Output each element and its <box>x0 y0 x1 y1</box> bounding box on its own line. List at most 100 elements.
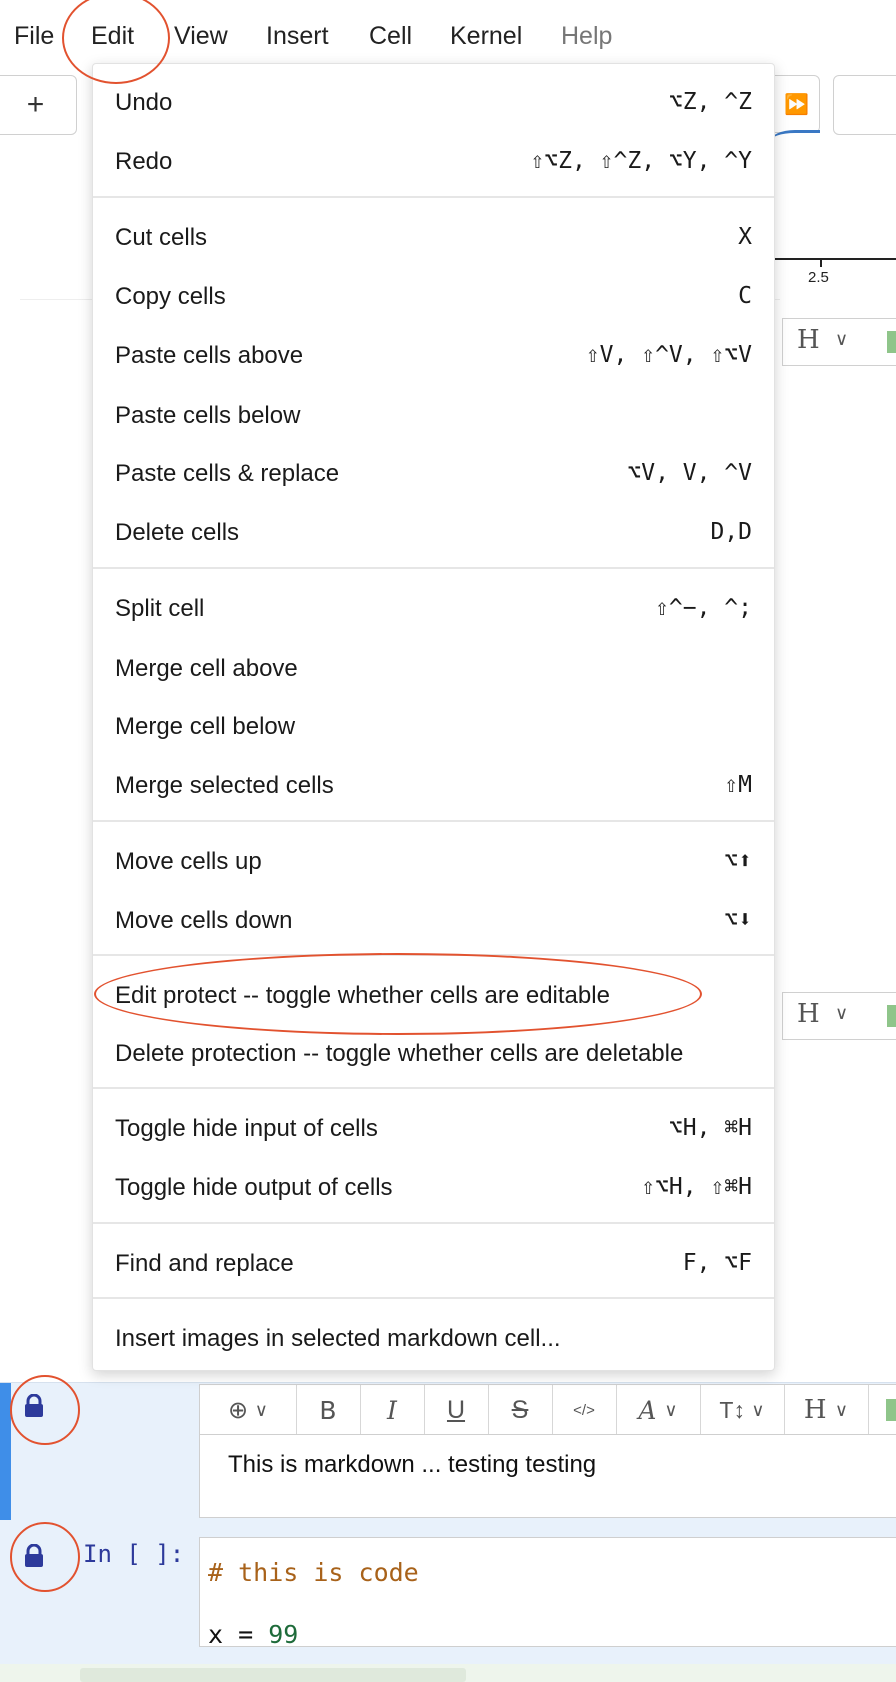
code-number: 99 <box>268 1620 299 1649</box>
strikethrough-button[interactable]: S <box>488 1385 553 1435</box>
font-dropdown[interactable]: A ∨ <box>616 1385 701 1435</box>
menu-item-label: Merge cell above <box>115 655 298 682</box>
menu-item-label: Copy cells <box>115 283 226 310</box>
underline-button[interactable]: U <box>424 1385 489 1435</box>
selection-bar <box>0 1383 11 1521</box>
menu-item-shortcut: ⇧M <box>724 772 752 798</box>
annotation-circle-lock-code <box>10 1522 80 1592</box>
menu-item-merge-above[interactable]: Merge cell above <box>93 642 774 692</box>
menu-help[interactable]: Help <box>561 22 612 51</box>
annotation-circle-edit-protect <box>94 953 702 1035</box>
menu-item-paste-above[interactable]: Paste cells above ⇧V, ⇧^V, ⇧⌥V <box>93 329 774 379</box>
bold-button[interactable]: B <box>296 1385 361 1435</box>
heading-tool-bg-1[interactable]: H ∨ <box>782 318 896 366</box>
menu-item-shortcut: D,D <box>710 519 752 545</box>
menu-separator <box>93 1297 774 1299</box>
menu-item-shortcut: X <box>738 224 752 250</box>
menu-cell[interactable]: Cell <box>369 22 412 51</box>
menu-separator <box>93 567 774 569</box>
menu-separator <box>93 196 774 198</box>
menu-item-cut-cells[interactable]: Cut cells X <box>93 211 774 261</box>
input-prompt: In [ ]: <box>83 1540 185 1568</box>
menu-item-merge-selected[interactable]: Merge selected cells ⇧M <box>93 759 774 809</box>
text-size-icon: T↕ <box>719 1396 745 1423</box>
menu-item-shortcut: ⌥Z, ^Z <box>668 89 752 115</box>
menu-item-label: Toggle hide output of cells <box>115 1174 393 1201</box>
menu-item-label: Cut cells <box>115 224 208 251</box>
menu-item-move-up[interactable]: Move cells up ⌥⬆ <box>93 835 774 885</box>
menu-item-copy-cells[interactable]: Copy cells C <box>93 270 774 320</box>
heading-dropdown[interactable]: H ∨ <box>784 1385 869 1435</box>
horizontal-scrollbar[interactable] <box>80 1668 466 1682</box>
plus-icon: + <box>26 88 45 121</box>
menu-item-delete-cells[interactable]: Delete cells D,D <box>93 506 774 556</box>
menu-item-shortcut: C <box>738 283 752 309</box>
code-button[interactable]: </> <box>552 1385 617 1435</box>
italic-icon: I <box>387 1395 397 1425</box>
color-swatch-icon <box>887 1005 896 1027</box>
color-swatch-icon <box>887 331 896 353</box>
heading-icon: H <box>803 1395 827 1425</box>
menu-item-label: Find and replace <box>115 1250 294 1277</box>
menu-item-label: Redo <box>115 148 173 175</box>
cell-type-dropdown[interactable] <box>833 75 896 135</box>
chart-tick-label: 2.5 <box>808 269 829 286</box>
chevron-down-icon: ∨ <box>835 1003 849 1023</box>
menu-item-shortcut: ⇧⌥H, ⇧⌘H <box>641 1174 752 1200</box>
heading-icon: H <box>797 325 820 355</box>
chart-x-axis <box>770 258 896 260</box>
circle-plus-icon: ⊕ <box>228 1396 249 1424</box>
menu-item-paste-below[interactable]: Paste cells below <box>93 389 774 439</box>
italic-button[interactable]: I <box>360 1385 425 1435</box>
menu-file[interactable]: File <box>14 22 54 51</box>
heading-tool-bg-2[interactable]: H ∨ <box>782 992 896 1040</box>
code-assignment: x = <box>208 1620 269 1649</box>
menu-item-undo[interactable]: Undo ⌥Z, ^Z <box>93 76 774 126</box>
menu-item-shortcut: ⌥V, V, ^V <box>627 460 752 486</box>
menu-separator <box>93 1087 774 1089</box>
menu-item-move-down[interactable]: Move cells down ⌥⬇ <box>93 894 774 944</box>
markdown-editor[interactable]: This is markdown ... testing testing <box>199 1434 896 1518</box>
menu-item-shortcut: ⌥⬇ <box>724 907 752 933</box>
menu-item-find-replace[interactable]: Find and replace F, ⌥F <box>93 1237 774 1287</box>
menu-item-insert-images[interactable]: Insert images in selected markdown cell.… <box>93 1312 774 1362</box>
menu-item-split-cell[interactable]: Split cell ⇧^−, ^; <box>93 582 774 632</box>
menu-item-label: Delete protection -- toggle whether cell… <box>115 1040 684 1067</box>
menu-item-label: Move cells up <box>115 848 262 875</box>
menu-kernel[interactable]: Kernel <box>450 22 522 51</box>
menu-item-redo[interactable]: Redo ⇧⌥Z, ⇧^Z, ⌥Y, ^Y <box>93 135 774 185</box>
menu-insert[interactable]: Insert <box>266 22 329 51</box>
menu-item-shortcut: F, ⌥F <box>682 1250 752 1276</box>
menu-item-label: Undo <box>115 89 173 116</box>
menu-item-shortcut: ⇧^−, ^; <box>655 595 752 621</box>
bottom-strip <box>0 1664 896 1682</box>
chevron-down-icon: ∨ <box>835 329 849 349</box>
menu-item-label: Merge selected cells <box>115 772 334 799</box>
chevron-down-icon: ∨ <box>834 1399 849 1421</box>
menu-item-hide-output[interactable]: Toggle hide output of cells ⇧⌥H, ⇧⌘H <box>93 1161 774 1211</box>
menu-item-paste-replace[interactable]: Paste cells & replace ⌥V, V, ^V <box>93 447 774 497</box>
menu-separator <box>93 1222 774 1224</box>
menu-item-label: Delete cells <box>115 519 240 546</box>
color-swatch-icon[interactable] <box>886 1399 896 1421</box>
code-icon: </> <box>573 1401 595 1419</box>
markdown-toolbar: ⊕ ∨ B I U S </> A ∨ T↕ ∨ H ∨ <box>199 1384 896 1435</box>
code-editor[interactable]: # this is code x = 99 <box>199 1537 896 1649</box>
annotation-circle-lock-markdown <box>10 1375 80 1445</box>
bold-icon: B <box>319 1395 337 1425</box>
strikethrough-icon: S <box>511 1395 529 1424</box>
menu-item-hide-input[interactable]: Toggle hide input of cells ⌥H, ⌘H <box>93 1102 774 1152</box>
menu-item-merge-below[interactable]: Merge cell below <box>93 700 774 750</box>
chevron-down-icon: ∨ <box>254 1399 268 1420</box>
menu-view[interactable]: View <box>174 22 228 51</box>
add-cell-button[interactable]: + <box>0 75 77 135</box>
chart-x-tick <box>820 258 822 267</box>
insert-dropdown[interactable]: ⊕ ∨ <box>200 1385 297 1435</box>
size-dropdown[interactable]: T↕ ∨ <box>700 1385 785 1435</box>
underline-icon: U <box>446 1395 466 1424</box>
code-line-2: x = 99 <box>208 1620 298 1649</box>
menu-separator <box>93 820 774 822</box>
menu-item-shortcut: ⇧⌥Z, ⇧^Z, ⌥Y, ^Y <box>530 148 752 174</box>
chart-line-fragment <box>770 130 820 153</box>
code-line-1: # this is code <box>208 1558 419 1587</box>
